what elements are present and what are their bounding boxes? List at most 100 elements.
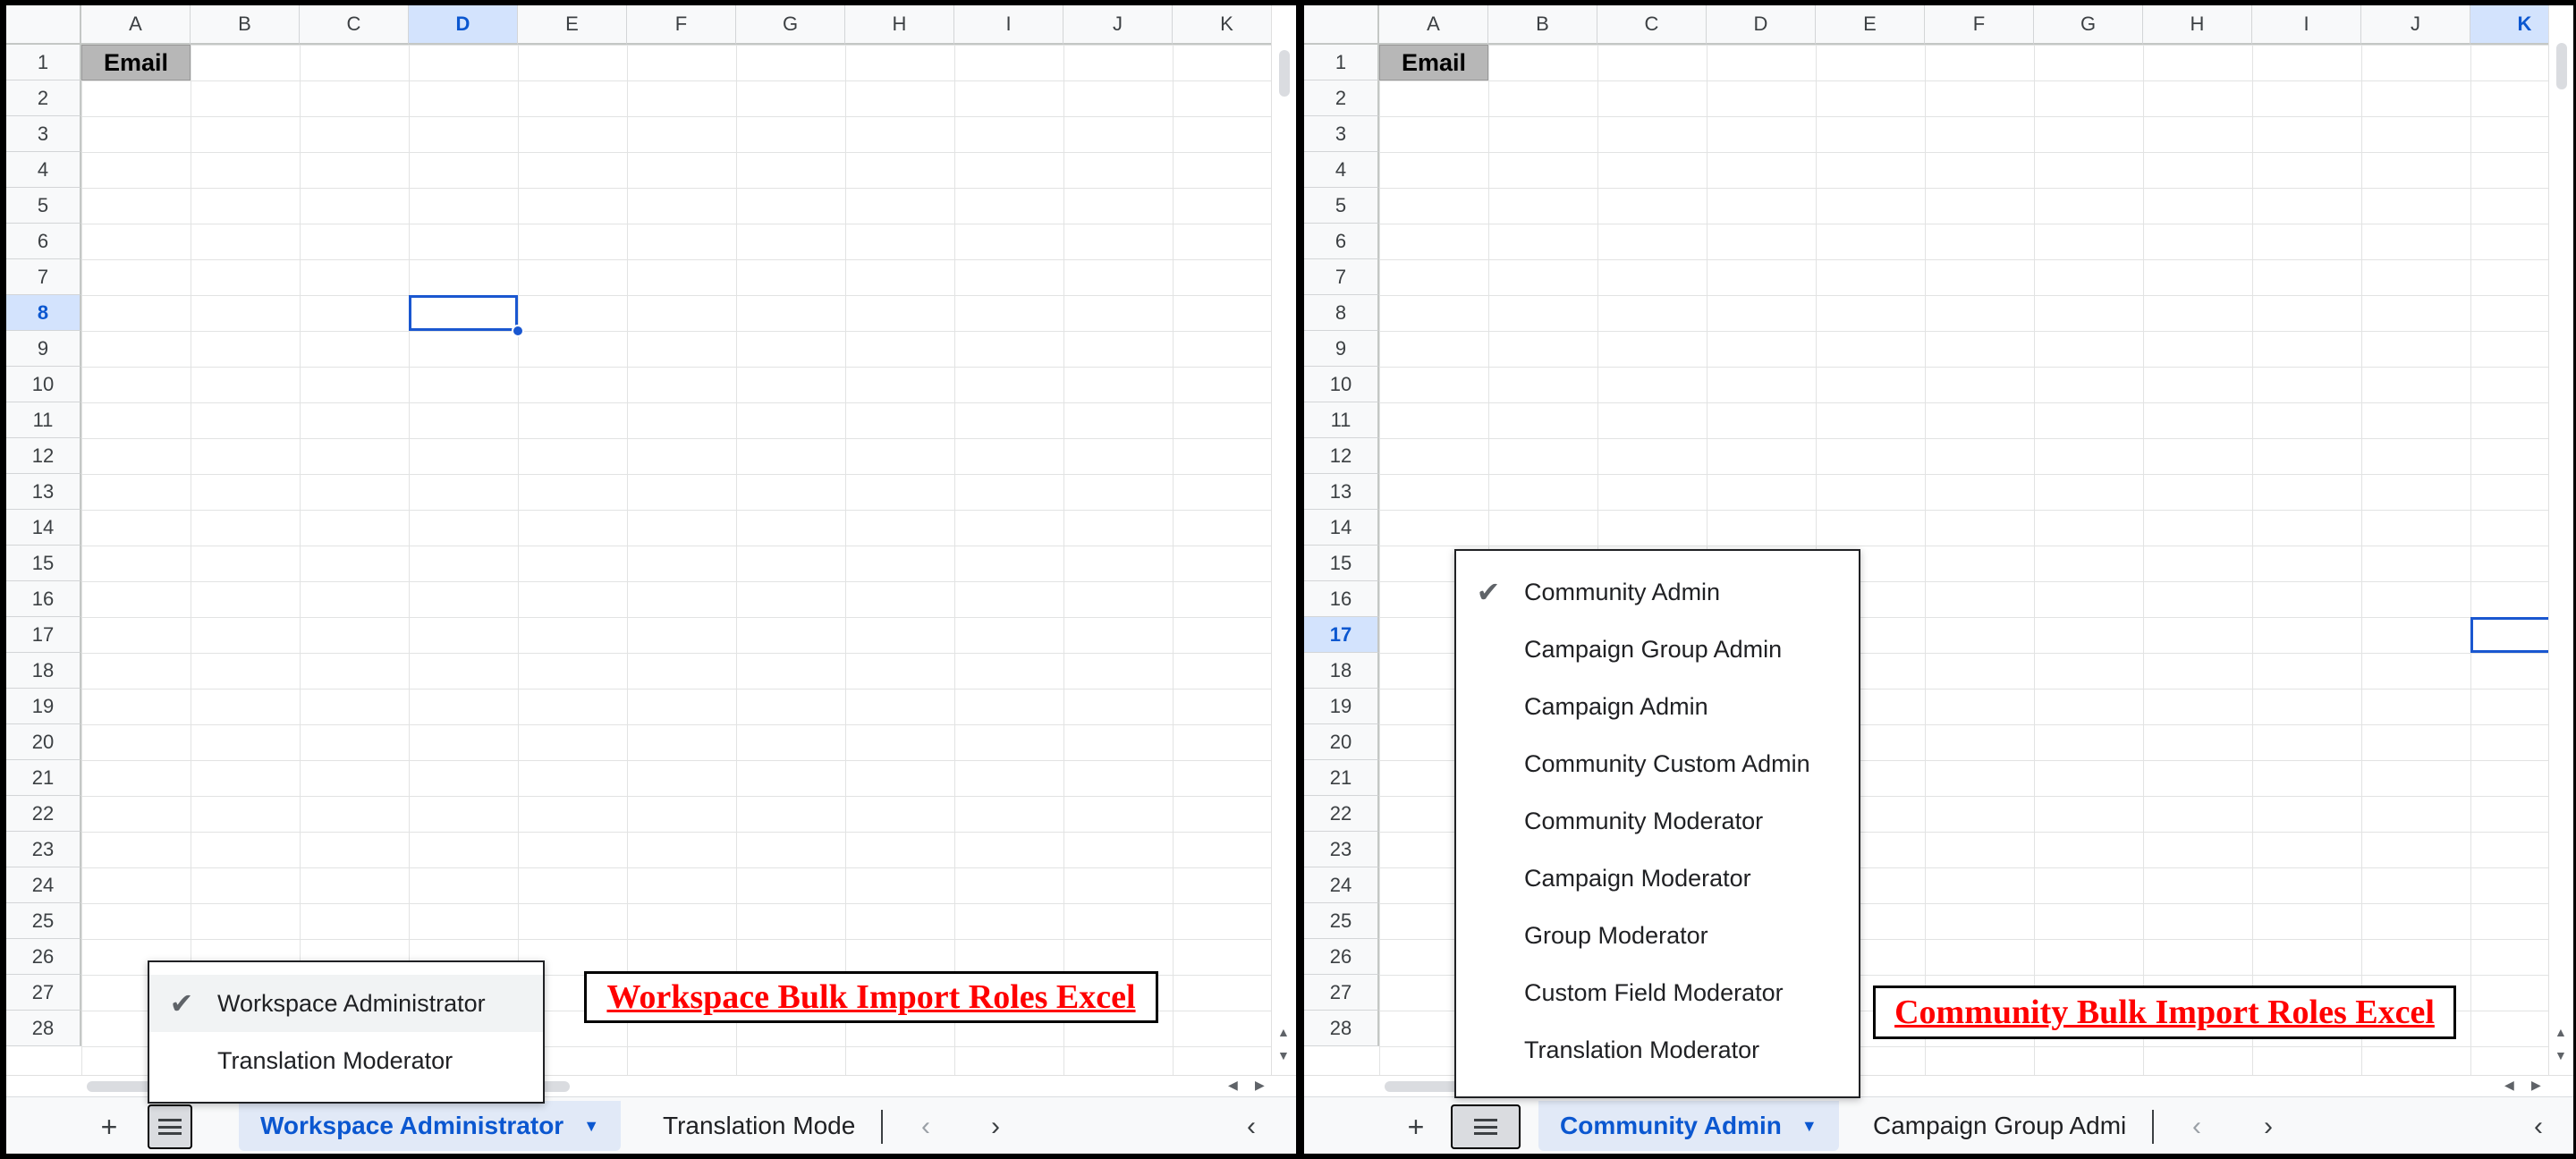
row-header-28[interactable]: 28 xyxy=(6,1011,81,1046)
row-header-12[interactable]: 12 xyxy=(6,438,81,474)
sheet-grid[interactable]: A B C D E F G H I J K 1 2 3 4 5 6 7 8 9 10 11 12 13 14 15 16 17 18 19… xyxy=(6,5,1271,1075)
column-header-g[interactable]: G xyxy=(2034,5,2143,45)
all-sheets-button[interactable] xyxy=(1451,1104,1521,1149)
row-header-5[interactable]: 5 xyxy=(1304,188,1379,224)
select-all-corner[interactable] xyxy=(6,5,81,45)
menu-item-group-moderator[interactable]: Group Moderator xyxy=(1456,907,1859,964)
column-header-i[interactable]: I xyxy=(954,5,1063,45)
tab-workspace-administrator[interactable]: Workspace Administrator ▼ xyxy=(239,1101,622,1151)
row-header-21[interactable]: 21 xyxy=(6,760,81,796)
row-header-8[interactable]: 8 xyxy=(1304,295,1379,331)
vertical-scrollbar[interactable]: ▲ ▼ xyxy=(1271,5,1296,1075)
row-header-6[interactable]: 6 xyxy=(6,224,81,259)
row-header-14[interactable]: 14 xyxy=(6,510,81,546)
row-header-1[interactable]: 1 xyxy=(1304,45,1379,80)
row-header-25[interactable]: 25 xyxy=(1304,903,1379,939)
row-header-22[interactable]: 22 xyxy=(6,796,81,832)
scroll-left-icon[interactable]: ◀ xyxy=(1228,1078,1238,1093)
column-header-b[interactable]: B xyxy=(191,5,300,45)
column-header-d[interactable]: D xyxy=(409,5,518,45)
scroll-up-icon[interactable]: ▲ xyxy=(2555,1025,2567,1039)
menu-item-custom-field-moderator[interactable]: Custom Field Moderator xyxy=(1456,964,1859,1021)
column-header-i[interactable]: I xyxy=(2252,5,2361,45)
chevron-left-icon[interactable]: ‹ xyxy=(908,1104,944,1149)
row-header-7[interactable]: 7 xyxy=(1304,259,1379,295)
row-header-19[interactable]: 19 xyxy=(6,689,81,724)
row-header-14[interactable]: 14 xyxy=(1304,510,1379,546)
row-header-2[interactable]: 2 xyxy=(1304,80,1379,116)
row-header-20[interactable]: 20 xyxy=(1304,724,1379,760)
row-header-13[interactable]: 13 xyxy=(1304,474,1379,510)
row-header-3[interactable]: 3 xyxy=(1304,116,1379,152)
row-header-3[interactable]: 3 xyxy=(6,116,81,152)
row-header-20[interactable]: 20 xyxy=(6,724,81,760)
menu-item-community-custom-admin[interactable]: Community Custom Admin xyxy=(1456,735,1859,792)
chevron-right-icon[interactable]: › xyxy=(978,1104,1013,1149)
cell-a1-email-header[interactable]: Email xyxy=(1379,45,1488,80)
vertical-scroll-thumb[interactable] xyxy=(1279,50,1290,97)
column-header-h[interactable]: H xyxy=(845,5,954,45)
menu-item-campaign-group-admin[interactable]: Campaign Group Admin xyxy=(1456,621,1859,678)
row-header-11[interactable]: 11 xyxy=(6,402,81,438)
row-header-5[interactable]: 5 xyxy=(6,188,81,224)
row-header-26[interactable]: 26 xyxy=(6,939,81,975)
menu-item-community-admin[interactable]: ✔ Community Admin xyxy=(1456,563,1859,621)
cell-a1-email-header[interactable]: Email xyxy=(81,45,191,80)
row-header-16[interactable]: 16 xyxy=(1304,581,1379,617)
row-header-27[interactable]: 27 xyxy=(6,975,81,1011)
row-header-22[interactable]: 22 xyxy=(1304,796,1379,832)
scroll-down-icon[interactable]: ▼ xyxy=(2555,1048,2567,1062)
column-header-e[interactable]: E xyxy=(518,5,627,45)
cell-area[interactable] xyxy=(81,45,1271,1075)
column-header-j[interactable]: J xyxy=(2361,5,2470,45)
row-header-17[interactable]: 17 xyxy=(6,617,81,653)
row-header-9[interactable]: 9 xyxy=(6,331,81,367)
select-all-corner[interactable] xyxy=(1304,5,1379,45)
row-header-24[interactable]: 24 xyxy=(1304,867,1379,903)
caret-down-icon[interactable]: ▼ xyxy=(1801,1117,1818,1136)
tab-community-admin[interactable]: Community Admin ▼ xyxy=(1538,1101,1839,1151)
chevron-right-icon[interactable]: › xyxy=(2250,1104,2286,1149)
row-header-2[interactable]: 2 xyxy=(6,80,81,116)
vertical-scroll-thumb[interactable] xyxy=(2556,43,2567,89)
column-header-k[interactable]: K xyxy=(1173,5,1271,45)
row-header-4[interactable]: 4 xyxy=(6,152,81,188)
column-header-c[interactable]: C xyxy=(300,5,409,45)
row-header-24[interactable]: 24 xyxy=(6,867,81,903)
add-sheet-button[interactable]: + xyxy=(1394,1104,1438,1149)
tab-campaign-group-admin[interactable]: Campaign Group Admi xyxy=(1873,1101,2156,1151)
collapse-tabs-icon[interactable]: ‹ xyxy=(2521,1104,2556,1149)
column-header-f[interactable]: F xyxy=(627,5,736,45)
row-header-23[interactable]: 23 xyxy=(1304,832,1379,867)
menu-item-community-moderator[interactable]: Community Moderator xyxy=(1456,792,1859,850)
menu-item-translation-moderator[interactable]: Translation Moderator xyxy=(149,1032,543,1089)
chevron-left-icon[interactable]: ‹ xyxy=(2179,1104,2215,1149)
row-header-15[interactable]: 15 xyxy=(1304,546,1379,581)
row-header-18[interactable]: 18 xyxy=(6,653,81,689)
row-header-15[interactable]: 15 xyxy=(6,546,81,581)
selected-cell[interactable] xyxy=(2470,617,2548,653)
menu-item-campaign-admin[interactable]: Campaign Admin xyxy=(1456,678,1859,735)
collapse-tabs-icon[interactable]: ‹ xyxy=(1233,1104,1269,1149)
row-header-9[interactable]: 9 xyxy=(1304,331,1379,367)
scroll-left-icon[interactable]: ◀ xyxy=(2504,1078,2514,1093)
row-header-7[interactable]: 7 xyxy=(6,259,81,295)
fill-handle[interactable] xyxy=(512,325,524,337)
column-header-e[interactable]: E xyxy=(1816,5,1925,45)
column-header-b[interactable]: B xyxy=(1488,5,1597,45)
row-header-10[interactable]: 10 xyxy=(6,367,81,402)
row-header-16[interactable]: 16 xyxy=(6,581,81,617)
row-header-28[interactable]: 28 xyxy=(1304,1011,1379,1046)
selected-cell[interactable] xyxy=(409,295,518,331)
column-header-k[interactable]: K xyxy=(2470,5,2548,45)
row-header-27[interactable]: 27 xyxy=(1304,975,1379,1011)
column-header-h[interactable]: H xyxy=(2143,5,2252,45)
column-header-d[interactable]: D xyxy=(1707,5,1816,45)
row-header-12[interactable]: 12 xyxy=(1304,438,1379,474)
row-header-18[interactable]: 18 xyxy=(1304,653,1379,689)
scroll-right-icon[interactable]: ▶ xyxy=(2531,1078,2541,1093)
add-sheet-button[interactable]: + xyxy=(87,1104,131,1149)
row-header-10[interactable]: 10 xyxy=(1304,367,1379,402)
row-header-6[interactable]: 6 xyxy=(1304,224,1379,259)
scroll-right-icon[interactable]: ▶ xyxy=(1255,1078,1265,1093)
